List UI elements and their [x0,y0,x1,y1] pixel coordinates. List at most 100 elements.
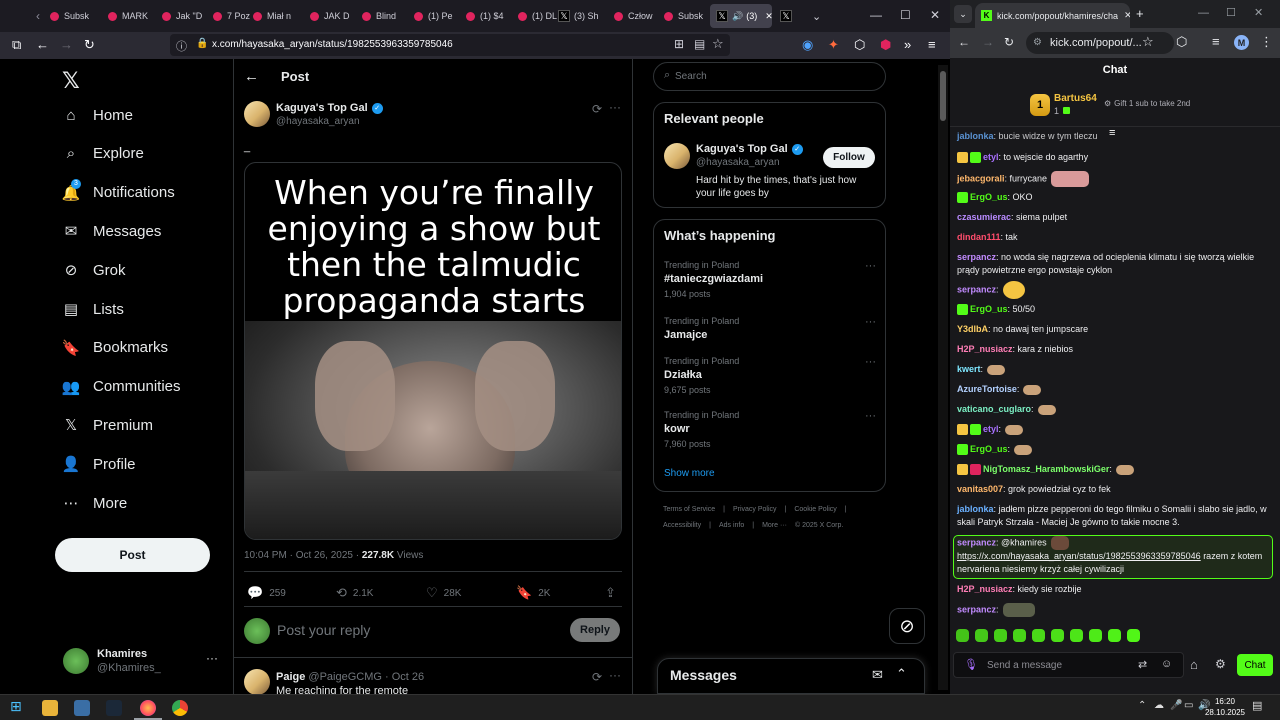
firefox-tab[interactable]: Subsk [50,4,94,28]
quick-emote-icon[interactable] [1070,628,1083,642]
share-action[interactable]: ⇪ [605,585,622,601]
nav-item-profile[interactable]: 👤 Profile [62,455,136,474]
quick-emote-icon[interactable] [1051,628,1064,642]
quick-emote-icon[interactable] [1013,628,1026,642]
tab-overflow[interactable]: 𝕏 [780,7,796,25]
tab-search-icon[interactable]: ⌄ [954,5,972,23]
author-handle[interactable]: @hayasaka_aryan [276,116,360,127]
back-icon[interactable]: ← [36,38,49,52]
repost-action[interactable]: ⟲ 2.1K [336,585,373,601]
trend-item[interactable]: Trending in Poland Działka 9,675 posts ··· [664,356,876,395]
firefox-tab[interactable]: Blind [362,4,406,28]
nav-item-grok[interactable]: ⊘ Grok [62,261,126,280]
quick-emote-icon[interactable] [994,628,1007,642]
author-avatar[interactable] [244,101,270,127]
nav-item-explore[interactable]: ⌕ Explore [62,145,144,163]
forward-icon[interactable]: → [982,35,994,49]
chat-username[interactable]: H2P_nusiacz [957,584,1013,594]
maximize-icon[interactable]: ☐ [1226,6,1236,19]
chat-emote-icon[interactable] [1002,281,1025,299]
nav-item-communities[interactable]: 👥 Communities [62,378,181,396]
mic-icon[interactable]: 🎤 [1170,700,1182,711]
monitor-app-icon[interactable] [74,700,90,716]
next-reply-avatar[interactable] [244,669,270,694]
quick-emote-icon[interactable] [975,628,988,642]
close-window-icon[interactable]: ✕ [1254,6,1263,19]
new-message-icon[interactable]: ✉ [872,667,883,683]
nav-item-notifications[interactable]: 🔔 3 Notifications [62,178,175,202]
minimize-icon[interactable]: — [870,8,882,22]
chat-username[interactable]: serpancz [957,604,996,614]
nav-item-lists[interactable]: ▤ Lists [62,300,124,319]
next-reply-author[interactable]: Paige [276,671,305,683]
post-more-icon[interactable]: ··· [609,100,621,114]
nav-item-bookmarks[interactable]: 🔖 Bookmarks [62,339,168,357]
footer-link[interactable]: Privacy Policy [733,506,777,513]
nav-item-messages[interactable]: ✉ Messages [62,222,162,241]
firefox-tab[interactable]: 7 Poz [213,4,257,28]
chat-emote-icon[interactable] [1005,424,1024,435]
vpn-extension-icon[interactable]: ◉ [802,38,813,52]
footer-link[interactable]: Cookie Policy [794,506,836,513]
footer-link[interactable]: More ··· [762,522,787,529]
grok-floating-icon[interactable]: ⊘ [889,608,925,644]
overflow-icon[interactable]: » [904,38,911,52]
tab-scroll-left-icon[interactable]: ‹ [36,8,40,24]
nav-item-premium[interactable]: 𝕏 Premium [62,416,153,435]
chrome-menu-icon[interactable]: ⋮ [1260,34,1273,50]
file-explorer-icon[interactable] [42,700,58,716]
settings-icon[interactable]: ⚙ [1215,657,1226,671]
x-logo-icon[interactable]: 𝕏 [62,68,80,94]
chat-username[interactable]: serpancz [957,252,996,262]
network-icon[interactable]: ▭ [1184,700,1193,711]
clock-date[interactable]: 28.10.2025 [1203,708,1247,717]
gift-sub-text[interactable]: Gift 1 sub to take 2nd [1114,99,1190,108]
firefox-icon[interactable] [140,700,156,716]
new-tab-icon[interactable]: + [1136,6,1144,21]
firefox-tab[interactable]: (1) DL [518,4,562,28]
chrome-icon[interactable] [172,700,188,716]
grok-icon[interactable]: ⟳ [592,670,602,684]
next-reply-date[interactable]: · Oct 26 [385,671,424,683]
footer-link[interactable]: © 2025 X Corp. [795,522,843,529]
messages-drawer[interactable]: Messages ✉ ⌃ [657,658,925,694]
site-settings-icon[interactable]: ⚙ [1033,37,1042,48]
ublock-icon[interactable]: ⬢ [880,38,891,52]
profile-avatar[interactable]: M [1234,35,1249,50]
chat-username[interactable]: czasumierac [957,212,1011,222]
clock-time[interactable]: 16:20 [1206,697,1244,706]
trend-item[interactable]: Trending in Poland #tanieczgwiazdami 1,904… [664,260,876,299]
back-icon[interactable]: ← [958,35,970,49]
back-arrow-icon[interactable]: ← [244,68,259,85]
tray-overflow-icon[interactable]: ⌃ [1138,700,1146,711]
chat-username[interactable]: ErgO_us [970,192,1008,202]
url-bar[interactable]: ⓘ 🔒 x.com/hayasaka_aryan/status/19825539… [170,34,730,56]
next-reply-handle[interactable]: @PaigeGCMG [308,671,382,683]
quick-emote-icon[interactable] [1108,628,1121,642]
store-icon[interactable]: ⌂ [1190,657,1198,672]
site-info-icon[interactable]: ⓘ [176,38,187,54]
chat-username[interactable]: AzureTortoise [957,384,1017,394]
chat-username[interactable]: jablonka [957,504,994,514]
reply-button[interactable]: Reply [570,618,620,642]
chat-emote-icon[interactable] [1051,171,1090,187]
forward-icon[interactable]: → [60,38,73,52]
chat-link[interactable]: https://x.com/hayasaka_aryan/status/1982… [957,551,1201,561]
account-avatar[interactable] [63,648,89,674]
relevant-avatar[interactable] [664,143,690,169]
firefox-tab[interactable]: (1) $4 [466,4,510,28]
post-timestamp[interactable]: 10:04 PM · Oct 26, 2025 · [244,550,362,561]
extensions-icon[interactable]: ⬡ [854,38,865,52]
reader-view-icon[interactable]: ▤ [694,37,705,51]
footer-link[interactable]: Terms of Service [663,506,715,513]
scrollbar[interactable] [938,65,948,690]
firefox-tab[interactable]: MARK [108,4,152,28]
translate-icon[interactable]: ⊞ [674,37,684,51]
firefox-tab[interactable]: 𝕏 (3) Sh [558,4,602,28]
emoji-icon[interactable]: ☺ [1161,658,1172,670]
firefox-tab[interactable]: Człow [614,4,658,28]
chrome-url-text[interactable]: kick.com/popout/... [1050,37,1142,49]
top-gifter-name[interactable]: Bartus64 [1054,93,1097,104]
chat-username[interactable]: serpancz [957,537,996,547]
chat-emote-icon[interactable] [1023,384,1042,395]
